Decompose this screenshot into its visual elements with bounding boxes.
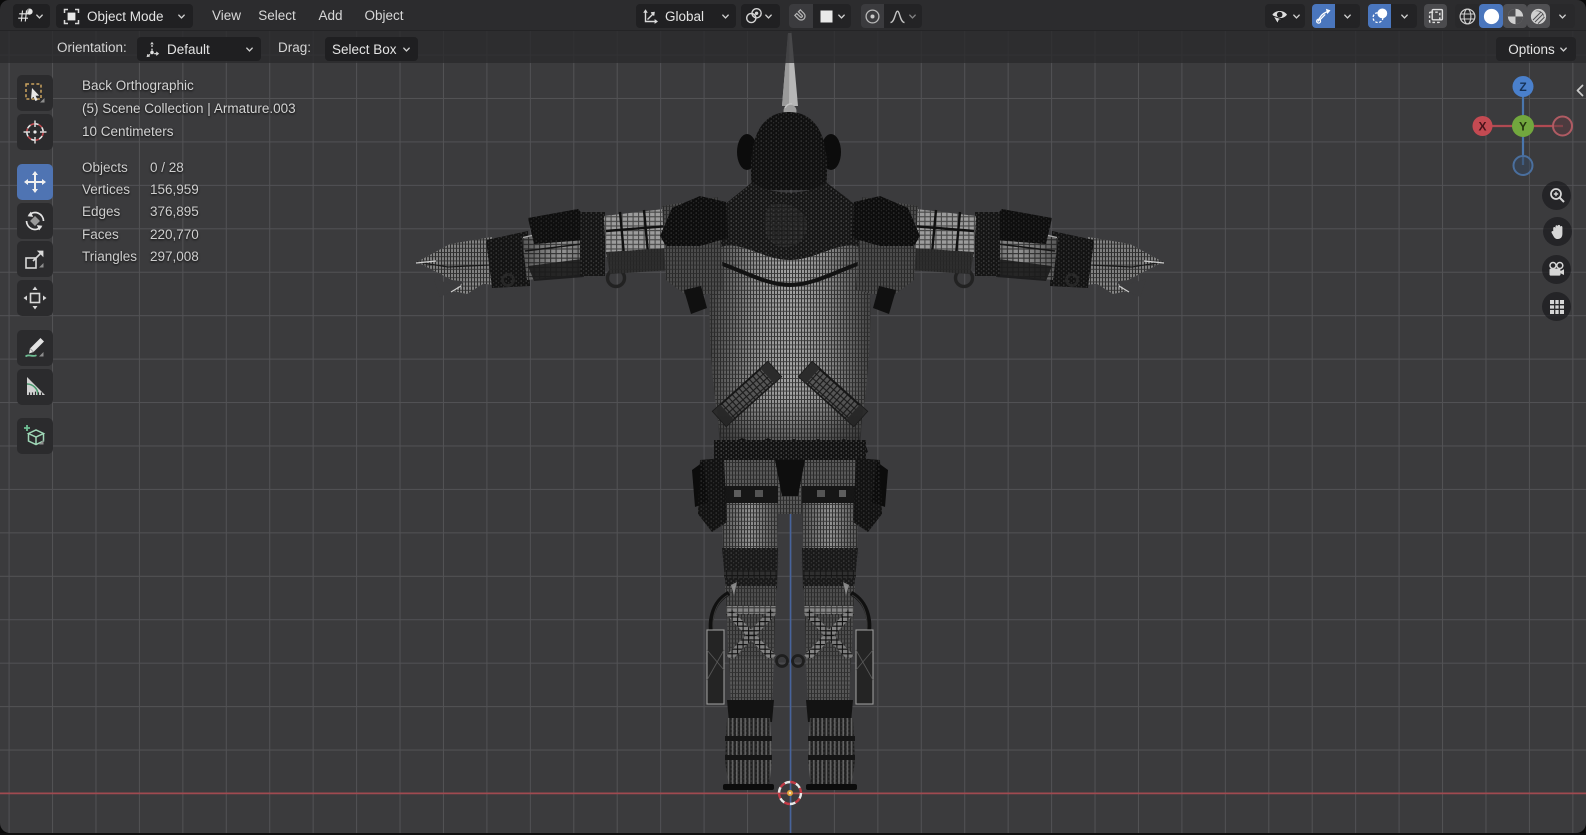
svg-text:Y: Y: [1519, 120, 1527, 134]
svg-text:X: X: [1478, 120, 1486, 134]
svg-text:Z: Z: [1519, 80, 1526, 94]
